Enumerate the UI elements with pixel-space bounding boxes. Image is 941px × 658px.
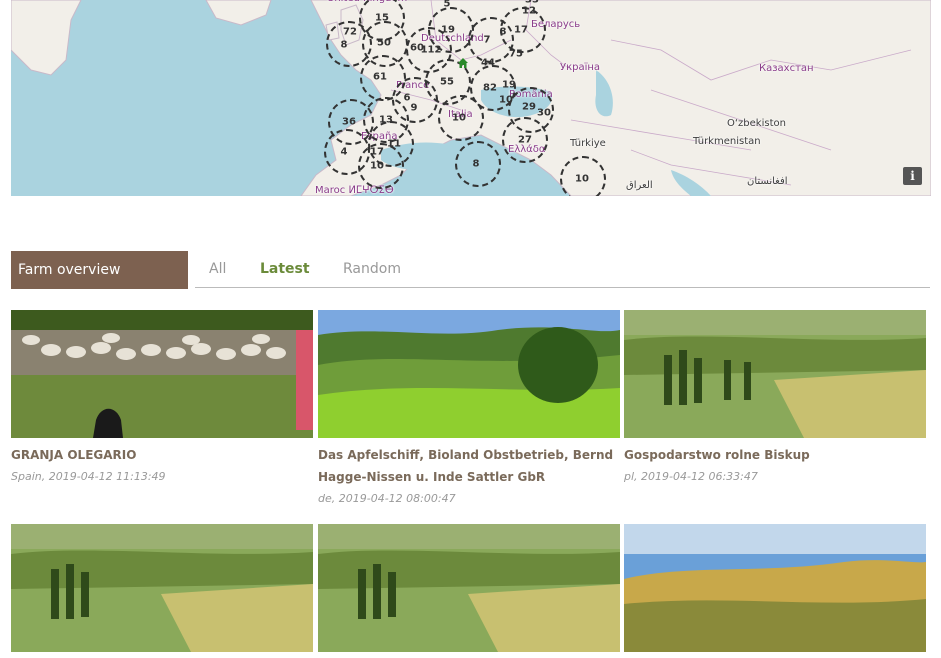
tab-all[interactable]: All — [209, 261, 226, 277]
map-country-label: O‘zbekiston — [727, 118, 786, 129]
map-cluster-count[interactable]: 5 — [444, 0, 451, 10]
map-cluster-count[interactable]: 55 — [440, 77, 454, 88]
farm-photo-hills[interactable] — [318, 310, 620, 438]
tab-latest[interactable]: Latest — [260, 261, 310, 277]
farm-card-meta: de, 2019-04-12 08:00:47 — [318, 492, 456, 505]
farm-card-meta: pl, 2019-04-12 06:33:47 — [624, 470, 758, 483]
map-cluster-count[interactable]: 61 — [373, 72, 387, 83]
farm-card[interactable]: GRANJA OLEGARIO Spain, 2019-04-12 11:13:… — [11, 310, 313, 488]
map-cluster-count[interactable]: 112 — [421, 45, 442, 56]
map-cluster-count[interactable]: 29 — [522, 102, 536, 113]
map-cluster-count[interactable]: 82 — [483, 83, 497, 94]
map-cluster-count[interactable]: 6 — [404, 93, 411, 104]
farm-card-title[interactable]: Gospodarstwo rolne Biskup — [624, 444, 926, 466]
map-cluster-count[interactable]: 72 — [343, 27, 357, 38]
map-cluster-count[interactable]: 8 — [500, 27, 507, 38]
map-cluster-count[interactable]: 19 — [441, 25, 455, 36]
farm-card[interactable]: Gospodarstwo rolne Biskup pl, 2019-04-12… — [624, 310, 926, 488]
map-country-label: العراق — [626, 180, 653, 191]
map-cluster-count[interactable]: 10 — [499, 95, 513, 106]
map-cluster-count[interactable]: 11 — [387, 139, 401, 150]
farm-card-meta: Spain, 2019-04-12 11:13:49 — [11, 470, 166, 483]
map-country-label: Türkmenistan — [693, 136, 761, 147]
map-cluster-count[interactable]: 10 — [370, 161, 384, 172]
farm-card[interactable]: Das Apfelschiff, Bioland Obstbetrieb, Be… — [318, 310, 620, 510]
farm-photo-sheep[interactable] — [11, 310, 313, 438]
map-cluster-count[interactable]: 13 — [379, 115, 393, 126]
map-cluster-count[interactable]: 75 — [509, 49, 523, 60]
map-cluster-count[interactable]: 27 — [518, 135, 532, 146]
map-cluster-count[interactable]: 8 — [341, 40, 348, 51]
home-marker-icon[interactable] — [457, 57, 469, 69]
map-cluster-count[interactable]: 10 — [575, 174, 589, 185]
map-country-label: Казахстан — [759, 63, 814, 74]
map-cluster-count[interactable]: 7 — [484, 35, 491, 46]
map-cluster-count[interactable]: 4 — [341, 147, 348, 158]
map-cluster-count[interactable]: 30 — [537, 108, 551, 119]
map-cluster-count[interactable]: 10 — [452, 113, 466, 124]
farm-card-title[interactable]: GRANJA OLEGARIO — [11, 444, 313, 466]
farm-card-title[interactable]: Das Apfelschiff, Bioland Obstbetrieb, Be… — [318, 444, 619, 488]
map-country-label: افغانستان — [747, 176, 788, 187]
tab-random[interactable]: Random — [343, 261, 401, 277]
map-country-label: Türkiye — [570, 138, 606, 149]
farm-photo-fields[interactable] — [11, 524, 313, 652]
farm-overview-heading: Farm overview — [11, 251, 188, 289]
map-cluster-count[interactable]: 36 — [342, 117, 356, 128]
map-country-label: Україна — [560, 62, 601, 73]
map-cluster-count[interactable]: 33 — [525, 0, 539, 6]
map-cluster-count[interactable]: 50 — [377, 38, 391, 49]
farm-map[interactable]: United KingdomDeutschlandБеларусьУкраїна… — [11, 0, 931, 196]
farm-photo-fields[interactable] — [624, 310, 926, 438]
farm-card[interactable] — [624, 524, 926, 658]
map-cluster-count[interactable]: 8 — [473, 159, 480, 170]
map-cluster-count[interactable]: 15 — [375, 13, 389, 24]
map-cluster-count[interactable]: 17 — [370, 147, 384, 158]
farm-photo-valley[interactable] — [624, 524, 926, 652]
map-cluster-count[interactable]: 44 — [481, 58, 495, 69]
farm-photo-fields[interactable] — [318, 524, 620, 652]
map-cluster-count[interactable]: 12 — [522, 6, 536, 17]
map-cluster-count[interactable]: 19 — [502, 80, 516, 91]
map-cluster-count[interactable]: 9 — [411, 103, 418, 114]
farm-card[interactable] — [11, 524, 313, 658]
farm-tabs: All Latest Random — [195, 251, 930, 288]
map-info-button[interactable]: i — [903, 167, 922, 185]
farm-card[interactable] — [318, 524, 620, 658]
map-cluster-count[interactable]: 17 — [514, 25, 528, 36]
